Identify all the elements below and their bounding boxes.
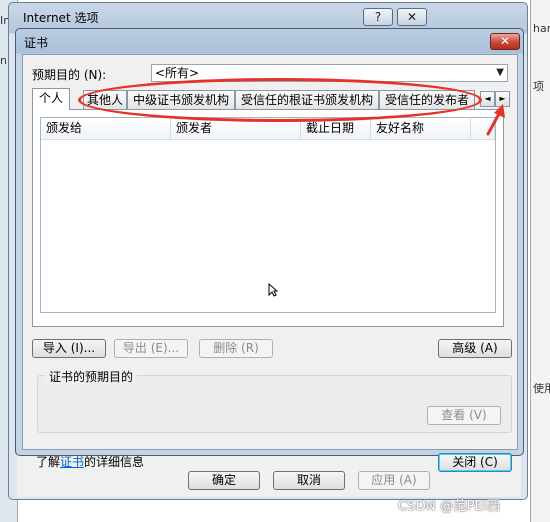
intended-purposes-label: 证书的预期目的: [45, 368, 138, 385]
dialog-close-button[interactable]: ✕: [490, 33, 520, 50]
apply-button[interactable]: 应用 (A): [358, 471, 430, 490]
background-text: 使用: [533, 382, 550, 395]
background-text: 项: [533, 80, 544, 93]
help-button[interactable]: ?: [363, 8, 393, 26]
background-text: har: [533, 22, 550, 35]
learn-suffix: 的详细信息: [84, 455, 145, 469]
column-issued-to[interactable]: 颁发给: [41, 118, 171, 140]
dialog-close-text-button[interactable]: 关闭 (C): [438, 453, 512, 472]
export-button[interactable]: 导出 (E)...: [114, 339, 188, 358]
advanced-button[interactable]: 高级 (A): [438, 339, 512, 358]
background-window-right: har 项 使用: [530, 0, 550, 522]
learn-more-text: 了解证书的详细信息: [36, 453, 144, 470]
column-friendly-name[interactable]: 友好名称: [371, 118, 471, 140]
dialog-title: 证书: [24, 36, 49, 50]
view-button[interactable]: 查看 (V): [427, 406, 501, 425]
chevron-down-icon: ▼: [496, 67, 504, 78]
import-button[interactable]: 导入 (I)...: [32, 339, 106, 358]
annotation-arrow-icon: [486, 104, 505, 136]
learn-prefix: 了解: [36, 455, 61, 469]
purpose-value: <所有>: [155, 66, 200, 80]
window-close-button[interactable]: ✕: [397, 8, 427, 26]
tab-personal[interactable]: 个人: [32, 88, 70, 110]
ok-button[interactable]: 确定: [188, 471, 260, 490]
purpose-label: 预期目的 (N):: [32, 68, 107, 82]
cancel-button[interactable]: 取消: [273, 471, 345, 490]
annotation-ellipse: [78, 78, 482, 122]
window-title: Internet 选项: [23, 11, 99, 25]
remove-button[interactable]: 删除 (R): [199, 339, 273, 358]
watermark: CSDN @范PEI西: [398, 499, 501, 514]
certificates-link[interactable]: 证书: [60, 455, 84, 469]
mouse-cursor-icon: [268, 283, 278, 297]
